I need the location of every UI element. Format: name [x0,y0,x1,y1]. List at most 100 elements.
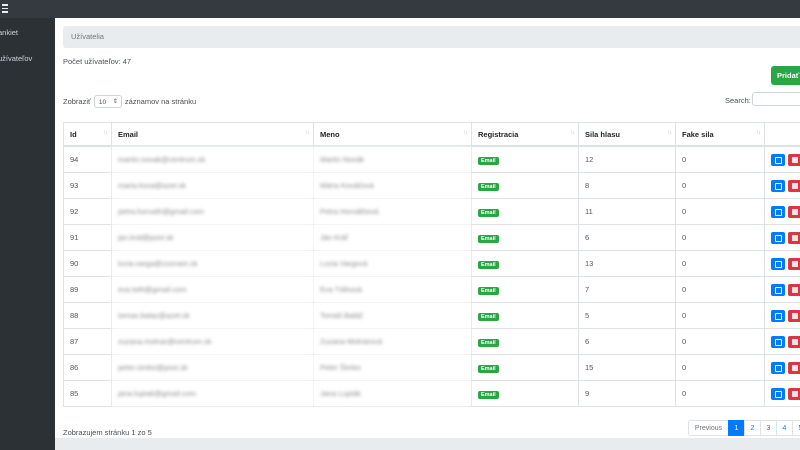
cell-fake-sila: 0 [675,276,765,303]
cell-id: 94 [63,145,112,173]
delete-icon[interactable] [788,153,800,166]
cell-fake-sila: 0 [675,302,765,329]
cell-email: eva.toth@gmail.com [111,276,314,303]
cell-fake-sila: 0 [675,354,765,381]
edit-icon[interactable] [771,335,785,348]
column-header-label: Registracia [478,129,519,139]
cell-registracia: Email [471,380,579,407]
hamburger-menu-icon[interactable] [2,4,8,13]
page-length-value: 10 [98,99,107,106]
cell-sila-hlasu: 15 [578,354,676,381]
page-length-control: Zobraziť 10 ⇕ záznamov na stránku [63,95,196,108]
edit-icon[interactable] [771,361,785,374]
cell-fake-sila: 0 [675,145,765,173]
column-header-registracia[interactable]: Registracia ↑↓ [471,122,579,147]
page-button-1[interactable]: 1 [728,420,745,436]
cell-email: tomas.balaz@azet.sk [111,302,314,329]
sort-icon: ↑↓ [667,130,672,136]
cell-registracia: Email [471,172,579,199]
page-title: Užívatelia [71,32,104,41]
cell-email: zuzana.molnar@centrum.sk [111,328,314,355]
registration-badge: Email [478,312,499,321]
edit-icon[interactable] [771,283,785,296]
cell-email: jana.luptak@gmail.com [111,380,314,407]
add-user-button[interactable]: Pridať [771,66,800,85]
page-length-select[interactable]: 10 ⇕ [93,95,122,108]
cell-sila-hlasu: 6 [578,328,676,355]
column-header-label: Meno [320,129,340,139]
delete-icon[interactable] [788,231,800,244]
cell-id: 87 [63,328,112,355]
cell-sila-hlasu: 6 [578,224,676,251]
sidebar-item-ankiet[interactable]: ankiet [0,28,18,37]
column-header-id[interactable]: Id ↑↓ [63,122,112,147]
edit-icon[interactable] [771,387,785,400]
edit-icon[interactable] [771,231,785,244]
cell-actions [764,145,800,173]
column-header-sila-hlasu[interactable]: Sila hlasu ↑↓ [578,122,676,147]
cell-registracia: Email [471,198,579,225]
table-row: 85 jana.luptak@gmail.com Jana Lupták Email 9… [63,380,800,407]
cell-id: 89 [63,276,112,303]
delete-icon[interactable] [788,309,800,322]
search-input[interactable] [752,92,800,106]
sidebar-item-uzivatelov[interactable]: užívateľov [0,54,32,63]
cell-id: 93 [63,172,112,199]
delete-icon[interactable] [788,361,800,374]
cell-actions [764,302,800,329]
cell-actions [764,172,800,199]
cell-sila-hlasu: 13 [578,250,676,277]
sort-icon: ↑↓ [103,130,108,136]
sort-icon: ↑↓ [570,130,575,136]
users-table: Id ↑↓ Email ↑↓ Meno ↑↓ Registracia ↑↓ Sila hlasu… [63,122,800,407]
delete-icon[interactable] [788,387,800,400]
cell-email: martin.novak@centrum.sk [111,145,314,173]
search-label: Search: [725,96,751,105]
cell-id: 90 [63,250,112,277]
sort-icon: ↑↓ [463,130,468,136]
cell-actions [764,198,800,225]
cell-id: 86 [63,354,112,381]
delete-icon[interactable] [788,283,800,296]
cell-fake-sila: 0 [675,380,765,407]
cell-name: Peter Šimko [313,354,472,381]
edit-icon[interactable] [771,257,785,270]
edit-icon[interactable] [771,309,785,322]
top-navbar [0,0,800,18]
previous-page-button[interactable]: Previous [688,420,729,436]
column-header-fake-sila[interactable]: Fake sila ↑↓ [675,122,765,147]
delete-icon[interactable] [788,179,800,192]
cell-actions [764,224,800,251]
page-button-3[interactable]: 3 [760,420,777,436]
page-button-5[interactable]: 5 [792,420,800,436]
table-row: 91 jan.kral@post.sk Ján Kráľ Email 6 0 [63,224,800,251]
page-button-4[interactable]: 4 [776,420,793,436]
cell-name: Petra Horváthová [313,198,472,225]
edit-icon[interactable] [771,179,785,192]
column-header-meno[interactable]: Meno ↑↓ [313,122,472,147]
user-count: Počet užívateľov: 47 [63,57,132,66]
cell-name: Lucia Vargová [313,250,472,277]
cell-name: Martin Novák [313,145,472,173]
column-header-email[interactable]: Email ↑↓ [111,122,314,147]
cell-sila-hlasu: 7 [578,276,676,303]
cell-email: petra.horvath@gmail.com [111,198,314,225]
delete-icon[interactable] [788,335,800,348]
registration-badge: Email [478,182,499,191]
table-row: 90 lucia.varga@zoznam.sk Lucia Vargová Emai… [63,250,800,277]
edit-icon[interactable] [771,153,785,166]
column-header-actions[interactable] [764,122,800,147]
cell-fake-sila: 0 [675,172,765,199]
cell-actions [764,380,800,407]
sort-icon: ↑↓ [756,130,761,136]
edit-icon[interactable] [771,205,785,218]
cell-sila-hlasu: 8 [578,172,676,199]
cell-email: lucia.varga@zoznam.sk [111,250,314,277]
cell-actions [764,328,800,355]
cell-email: maria.kova@azet.sk [111,172,314,199]
page-button-2[interactable]: 2 [744,420,761,436]
delete-icon[interactable] [788,257,800,270]
sidebar: ankiet užívateľov [0,18,55,450]
delete-icon[interactable] [788,205,800,218]
table-row: 89 eva.toth@gmail.com Eva Tóthová Email 7 0 [63,276,800,303]
